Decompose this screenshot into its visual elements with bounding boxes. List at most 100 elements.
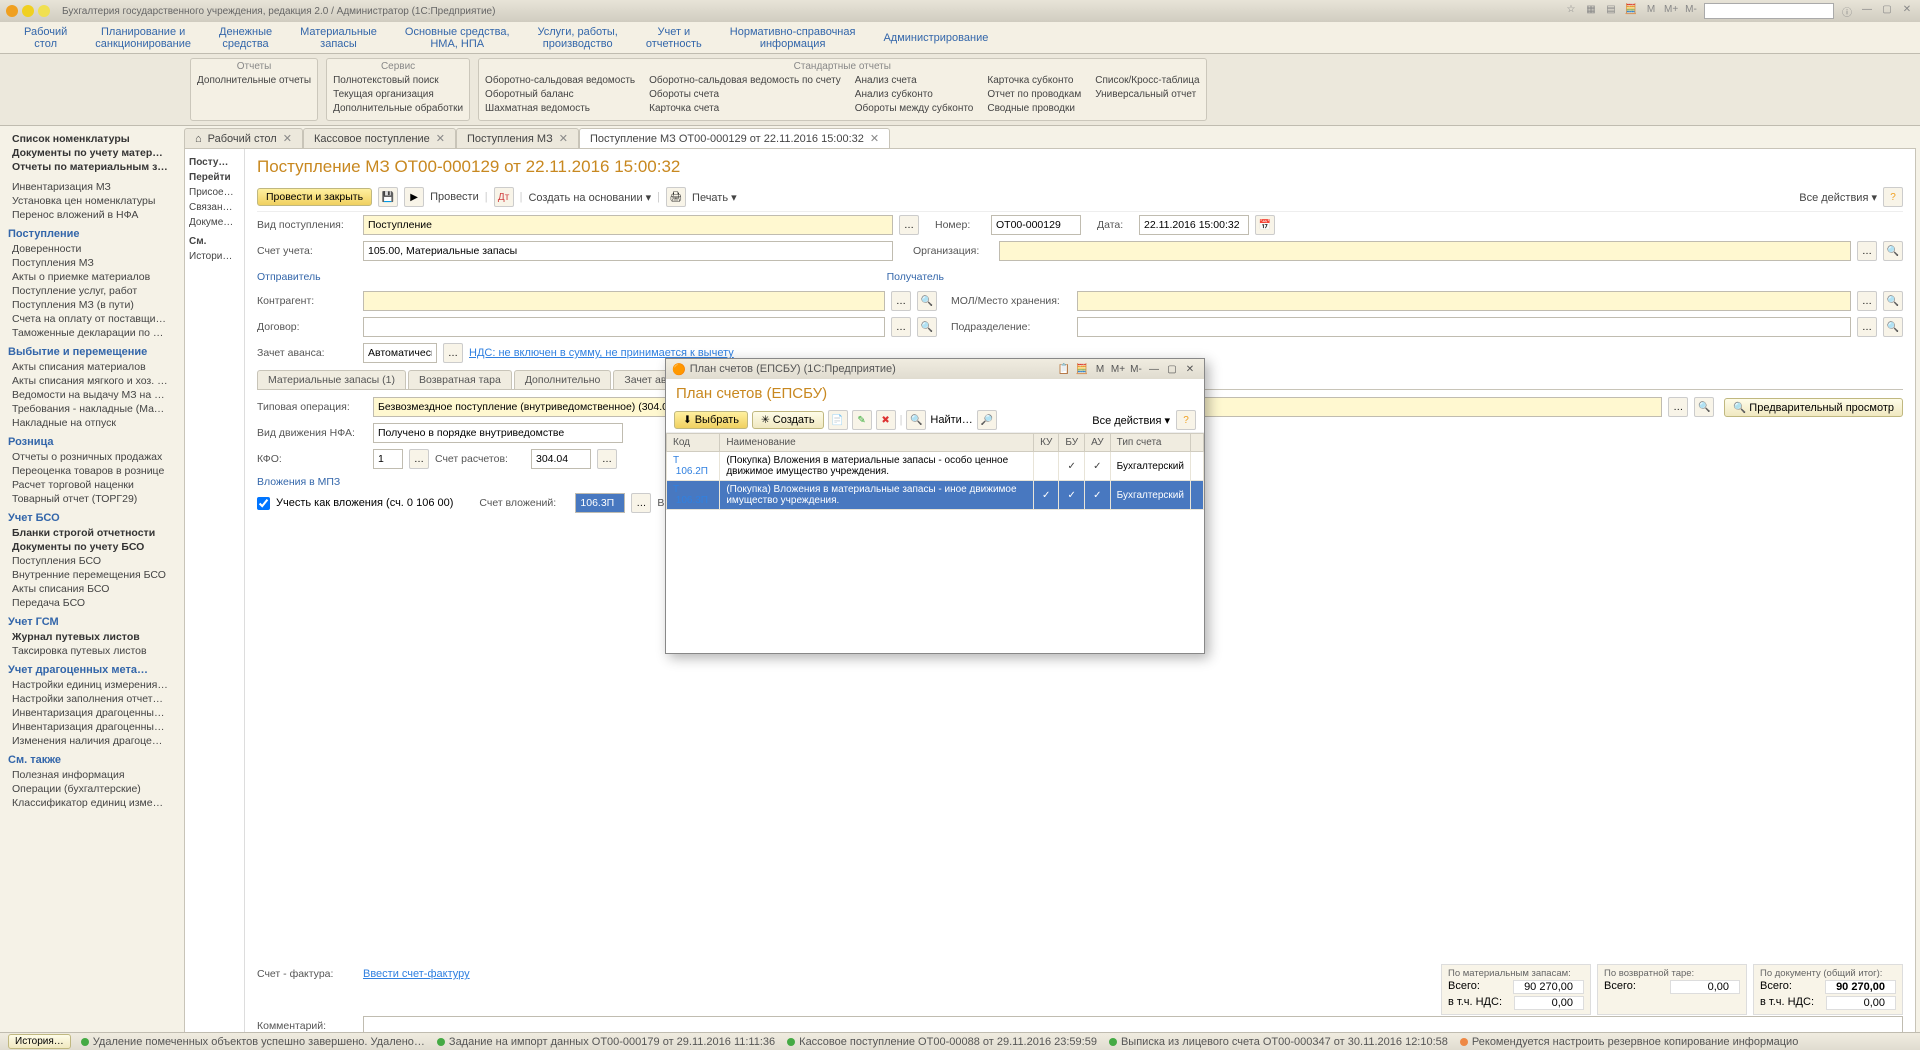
data[interactable]: [1139, 215, 1249, 235]
docside-link[interactable]: Посту…: [189, 155, 240, 170]
vid-dvizheniya[interactable]: [373, 423, 623, 443]
menu-item[interactable]: Планирование исанкционирование: [81, 24, 205, 52]
kfo[interactable]: [373, 449, 403, 469]
schet-ucheta[interactable]: [363, 241, 893, 261]
ico[interactable]: M+: [1110, 364, 1126, 375]
sidebar-item[interactable]: Бланки строгой отчетности: [4, 526, 176, 540]
sidebar-item[interactable]: Внутренние перемещения БСО: [4, 568, 176, 582]
sf-link[interactable]: Ввести счет-фактуру: [363, 968, 470, 980]
save-icon[interactable]: 💾: [378, 187, 398, 207]
find-button[interactable]: Найти…: [930, 414, 972, 426]
sel-icon[interactable]: …: [409, 449, 429, 469]
max-icon[interactable]: ▢: [1880, 4, 1894, 18]
docside-link[interactable]: Присое…: [189, 185, 240, 200]
sidebar-item[interactable]: Классификатор единиц измерения: [4, 796, 176, 810]
post-close-button[interactable]: Провести и закрыть: [257, 188, 372, 206]
sel-icon[interactable]: …: [1857, 317, 1877, 337]
create-based[interactable]: Создать на основании ▾: [528, 191, 651, 204]
schet-vlozheniy[interactable]: [575, 493, 625, 513]
menu-item[interactable]: Нормативно-справочнаяинформация: [716, 24, 870, 52]
sidebar-item[interactable]: Товарный отчет (ТОРГ29): [4, 492, 176, 506]
status-item[interactable]: Выписка из лицевого счета ОТ00-000347 от…: [1109, 1036, 1448, 1048]
sidebar-item[interactable]: Полезная информация: [4, 768, 176, 782]
tab[interactable]: ⌂Рабочий стол✕: [184, 128, 303, 148]
sidebar-item[interactable]: Операции (бухгалтерские): [4, 782, 176, 796]
sidebar-item[interactable]: Ведомости на выдачу МЗ на ну…: [4, 388, 176, 402]
nomer[interactable]: [991, 215, 1081, 235]
detail-tab[interactable]: Дополнительно: [514, 370, 612, 389]
sidebar-item[interactable]: Инвентаризация драгоценных …: [4, 720, 176, 734]
report-link[interactable]: Оборотно-сальдовая ведомость: [485, 74, 635, 88]
docside-link[interactable]: Докуме…: [189, 215, 240, 230]
fav-icon[interactable]: ☆: [1564, 4, 1578, 18]
report-link[interactable]: Дополнительные отчеты: [197, 74, 311, 88]
report-link[interactable]: Обороты между субконто: [855, 102, 974, 116]
sidebar-item[interactable]: Документы по учету БСО: [4, 540, 176, 554]
preview-button[interactable]: 🔍 Предварительный просмотр: [1724, 398, 1903, 417]
print-icon[interactable]: 🖨: [666, 187, 686, 207]
sidebar-item[interactable]: Журнал путевых листов: [4, 630, 176, 644]
close-icon[interactable]: ✕: [559, 132, 568, 145]
podrazdelenie[interactable]: [1077, 317, 1851, 337]
sidebar-item[interactable]: Передача БСО: [4, 596, 176, 610]
sidebar-item[interactable]: Инвентаризация драгоценных …: [4, 706, 176, 720]
ico[interactable]: M-: [1128, 364, 1144, 375]
cal-icon[interactable]: 📅: [1255, 215, 1275, 235]
sidebar-item[interactable]: Поступления МЗ (в пути): [4, 298, 176, 312]
sel-icon[interactable]: …: [891, 317, 911, 337]
post-button[interactable]: Провести: [430, 191, 479, 203]
uchest-checkbox[interactable]: [257, 497, 270, 510]
grid-icon[interactable]: ▦: [1584, 4, 1598, 18]
sel-icon[interactable]: …: [631, 493, 651, 513]
sidebar-item[interactable]: Настройки заполнения отчето…: [4, 692, 176, 706]
sidebar-item[interactable]: Поступления МЗ: [4, 256, 176, 270]
report-link[interactable]: Дополнительные обработки: [333, 102, 463, 116]
open-icon[interactable]: 🔍: [1883, 291, 1903, 311]
sel-icon[interactable]: …: [899, 215, 919, 235]
report-link[interactable]: Сводные проводки: [987, 102, 1081, 116]
report-link[interactable]: Анализ субконто: [855, 88, 974, 102]
docside-link[interactable]: Связан…: [189, 200, 240, 215]
print-button[interactable]: Печать ▾: [692, 191, 737, 204]
sel-icon[interactable]: …: [443, 343, 463, 363]
menu-item[interactable]: Рабочийстол: [10, 24, 81, 52]
detail-tab[interactable]: Материальные запасы (1): [257, 370, 406, 389]
docside-link[interactable]: Истори…: [189, 249, 240, 264]
sidebar-item[interactable]: Настройки единиц измерения …: [4, 678, 176, 692]
report-link[interactable]: Отчет по проводкам: [987, 88, 1081, 102]
close-icon[interactable]: ✕: [1182, 364, 1198, 375]
sidebar-item[interactable]: Установка цен номенклатуры: [4, 194, 176, 208]
docside-link[interactable]: Перейти: [189, 170, 240, 185]
m-icon[interactable]: M-: [1684, 4, 1698, 18]
sidebar-item[interactable]: Поступление услуг, работ: [4, 284, 176, 298]
dbg-icon[interactable]: Дт: [494, 187, 514, 207]
organizaciya[interactable]: [999, 241, 1851, 261]
dogovor[interactable]: [363, 317, 885, 337]
tool-icon[interactable]: ▤: [1604, 4, 1618, 18]
sidebar-item[interactable]: Акты о приемке материалов: [4, 270, 176, 284]
help-icon[interactable]: ?: [1176, 410, 1196, 430]
sidebar-item[interactable]: Акты списания мягкого и хоз. …: [4, 374, 176, 388]
kontragent[interactable]: [363, 291, 885, 311]
copy-icon[interactable]: 📄: [828, 410, 848, 430]
create-button[interactable]: ✳ Создать: [752, 411, 824, 429]
close-icon[interactable]: ✕: [1900, 4, 1914, 18]
help-icon[interactable]: ⓘ: [1840, 4, 1854, 18]
status-item[interactable]: Кассовое поступление ОТ00-00088 от 29.11…: [787, 1036, 1097, 1048]
sel-icon[interactable]: …: [891, 291, 911, 311]
table-row[interactable]: T 106.2П(Покупка) Вложения в материальны…: [667, 452, 1204, 481]
sidebar-item[interactable]: Расчет торговой наценки: [4, 478, 176, 492]
find-icon[interactable]: 🔍: [906, 410, 926, 430]
sidebar-item[interactable]: Изменения наличия драгоценн…: [4, 734, 176, 748]
report-link[interactable]: Текущая организация: [333, 88, 463, 102]
ico[interactable]: 📋: [1056, 364, 1072, 375]
sidebar-item[interactable]: Переоценка товаров в рознице: [4, 464, 176, 478]
accounts-table[interactable]: КодНаименованиеКУБУАУТип счетаT 106.2П(П…: [666, 433, 1204, 653]
tab[interactable]: Поступления МЗ✕: [456, 128, 579, 148]
report-link[interactable]: Карточка субконто: [987, 74, 1081, 88]
sidebar-item[interactable]: Перенос вложений в НФА: [4, 208, 176, 222]
report-link[interactable]: Список/Кросс-таблица: [1095, 74, 1199, 88]
sidebar-item[interactable]: Накладные на отпуск: [4, 416, 176, 430]
status-item[interactable]: Рекомендуется настроить резервное копиро…: [1460, 1036, 1798, 1048]
zachet-avansa[interactable]: [363, 343, 437, 363]
